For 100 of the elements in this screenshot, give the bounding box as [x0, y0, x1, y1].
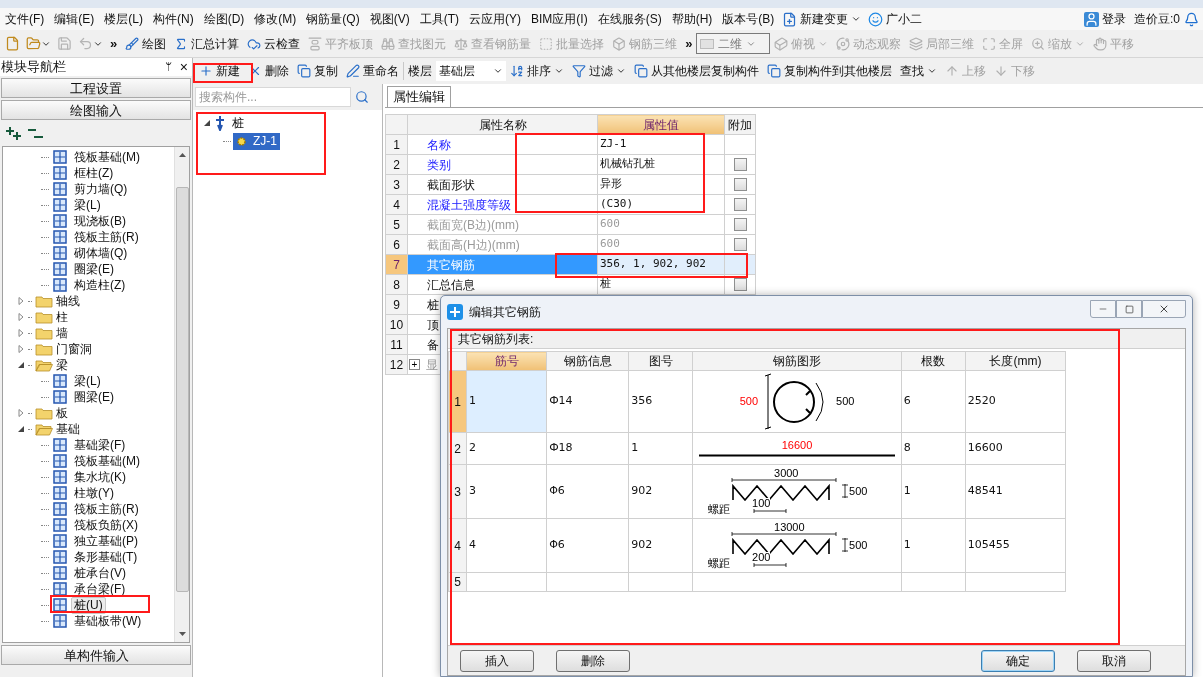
tree-item[interactable]: ZJ-1	[233, 132, 280, 150]
tree-item[interactable]: 柱墩(Y)	[71, 484, 117, 502]
tree-item[interactable]: 圈梁(E)	[71, 388, 117, 406]
collapse-icon[interactable]	[203, 119, 211, 127]
tree-item[interactable]: 集水坑(K)	[71, 468, 129, 486]
scroll-up-icon[interactable]	[178, 153, 186, 157]
table-cell[interactable]: 48541	[965, 464, 1066, 519]
menu-item[interactable]: 工具(T)	[414, 10, 464, 28]
tree-item[interactable]: 框柱(Z)	[71, 164, 117, 182]
property-value[interactable]: 异形	[600, 177, 622, 191]
tree-folder[interactable]: 梁	[56, 356, 68, 374]
table-cell[interactable]	[466, 572, 547, 592]
property-value[interactable]: 桩	[600, 277, 611, 291]
menu-item[interactable]: 视图(V)	[364, 10, 415, 28]
table-cell[interactable]: 3	[466, 464, 547, 519]
toolbar-button[interactable]: 过滤	[568, 60, 630, 82]
tree-item[interactable]: 砌体墙(Q)	[71, 244, 131, 262]
search-icon[interactable]	[355, 90, 369, 104]
toolbar-button[interactable]: 查找	[896, 60, 941, 82]
tree-item[interactable]: 承台梁(F)	[71, 580, 129, 598]
toolbar-button[interactable]: 从其他楼层复制构件	[630, 60, 763, 82]
table-cell[interactable]: 1	[901, 464, 966, 519]
toolbar-button[interactable]: 绘图	[121, 32, 171, 55]
menu-item[interactable]: 绘图(D)	[198, 10, 250, 28]
dialog-button[interactable]: 插入	[460, 649, 534, 672]
table-cell[interactable]	[965, 572, 1066, 592]
table-cell[interactable]: 356	[628, 370, 693, 433]
collapse-icon[interactable]	[17, 361, 25, 369]
table-cell[interactable]: 2	[466, 432, 547, 465]
scrollbar[interactable]	[174, 147, 189, 642]
tree-item[interactable]: 构造柱(Z)	[71, 276, 129, 294]
scroll-down-icon[interactable]	[178, 632, 186, 636]
column-header[interactable]: 筋号	[466, 351, 547, 371]
toolbar-button[interactable]: 汇总计算	[170, 32, 244, 55]
menu-item[interactable]: BIM应用(I)	[526, 10, 593, 28]
overflow-chevron[interactable]: »	[106, 33, 122, 54]
expand-icon[interactable]	[17, 345, 25, 353]
tree-item[interactable]: 梁(L)	[71, 372, 104, 390]
table-cell[interactable]: 8	[901, 432, 966, 465]
overflow-chevron[interactable]: »	[681, 33, 697, 54]
new-change-button[interactable]: 新建变更	[779, 10, 865, 28]
toolbar-button[interactable]: 复制	[293, 60, 342, 82]
tree-item[interactable]: 筏板负筋(X)	[71, 516, 141, 534]
table-cell[interactable]: Ф14	[546, 370, 629, 433]
menu-item[interactable]: 钢筋量(Q)	[301, 10, 365, 28]
tree-item[interactable]: 筏板主筋(R)	[71, 500, 142, 518]
pin-button[interactable]: ᛘ	[160, 58, 176, 76]
tree-folder[interactable]: 基础	[56, 420, 80, 438]
expand-icon[interactable]	[17, 409, 25, 417]
property-tab[interactable]: 属性编辑	[387, 86, 451, 107]
table-cell[interactable]: 1	[466, 370, 547, 433]
menu-item[interactable]: 云应用(Y)	[464, 10, 526, 28]
column-header[interactable]: 钢筋信息	[546, 351, 629, 371]
property-value[interactable]: ZJ-1	[600, 137, 627, 151]
menu-item[interactable]: 在线服务(S)	[592, 10, 667, 28]
toolbar-button[interactable]: 复制构件到其他楼层	[763, 60, 896, 82]
menu-item[interactable]: 楼层(L)	[99, 10, 148, 28]
table-cell[interactable]	[628, 572, 693, 592]
table-cell[interactable]: 902	[628, 464, 693, 519]
toolbar-button[interactable]: 删除	[244, 60, 293, 82]
table-cell[interactable]	[901, 572, 966, 592]
toolbar-button[interactable]: 重命名	[342, 60, 403, 82]
bell-icon[interactable]	[1184, 11, 1199, 27]
menu-item[interactable]: 编辑(E)	[49, 10, 100, 28]
section-button[interactable]: 工程设置	[1, 78, 191, 98]
search-field[interactable]: 搜索构件...	[195, 87, 351, 107]
column-header[interactable]: 长度(mm)	[965, 351, 1066, 371]
collapse-all-icon[interactable]	[28, 126, 44, 140]
tree-folder[interactable]: 板	[56, 404, 68, 422]
expand-icon[interactable]	[17, 313, 25, 321]
menu-item[interactable]: 构件(N)	[148, 10, 199, 28]
section-button[interactable]: 绘图输入	[1, 100, 191, 120]
menu-item[interactable]: 帮助(H)	[666, 10, 718, 28]
tree-item[interactable]: 剪力墙(Q)	[71, 180, 131, 198]
checkbox[interactable]	[733, 198, 747, 211]
table-cell[interactable]: 105455	[965, 518, 1066, 573]
maximize-button[interactable]	[1116, 300, 1142, 318]
tree-item[interactable]: 基础板带(W)	[71, 612, 145, 630]
dialog-button[interactable]: 确定	[981, 649, 1055, 672]
toolbar-button[interactable]: 云检查	[243, 32, 305, 55]
menu-item[interactable]: 版本号(B)	[717, 10, 780, 28]
tree-folder[interactable]: 门窗洞	[56, 340, 92, 358]
login-button[interactable]: 登录	[1080, 10, 1130, 28]
table-cell[interactable]: 1	[628, 432, 693, 465]
tree-item[interactable]: 基础梁(F)	[71, 436, 129, 454]
floor-select[interactable]: 基础层	[436, 61, 506, 81]
checkbox[interactable]	[733, 278, 747, 291]
checkbox[interactable]	[733, 158, 747, 171]
toolbar-button[interactable]: 新建	[195, 60, 244, 82]
tree-item[interactable]: 圈梁(E)	[71, 260, 117, 278]
tree-folder[interactable]: 柱	[56, 308, 68, 326]
minimize-button[interactable]	[1090, 300, 1116, 318]
expand-all-icon[interactable]	[6, 126, 22, 140]
tree-folder[interactable]: 轴线	[56, 292, 80, 310]
expand-icon[interactable]	[17, 329, 25, 337]
column-header[interactable]: 钢筋图形	[692, 351, 902, 371]
checkbox[interactable]	[733, 178, 747, 191]
close-button[interactable]	[1142, 300, 1186, 318]
table-cell[interactable]: 16600	[965, 432, 1066, 465]
toolbar-button[interactable]: 排序	[506, 60, 568, 82]
